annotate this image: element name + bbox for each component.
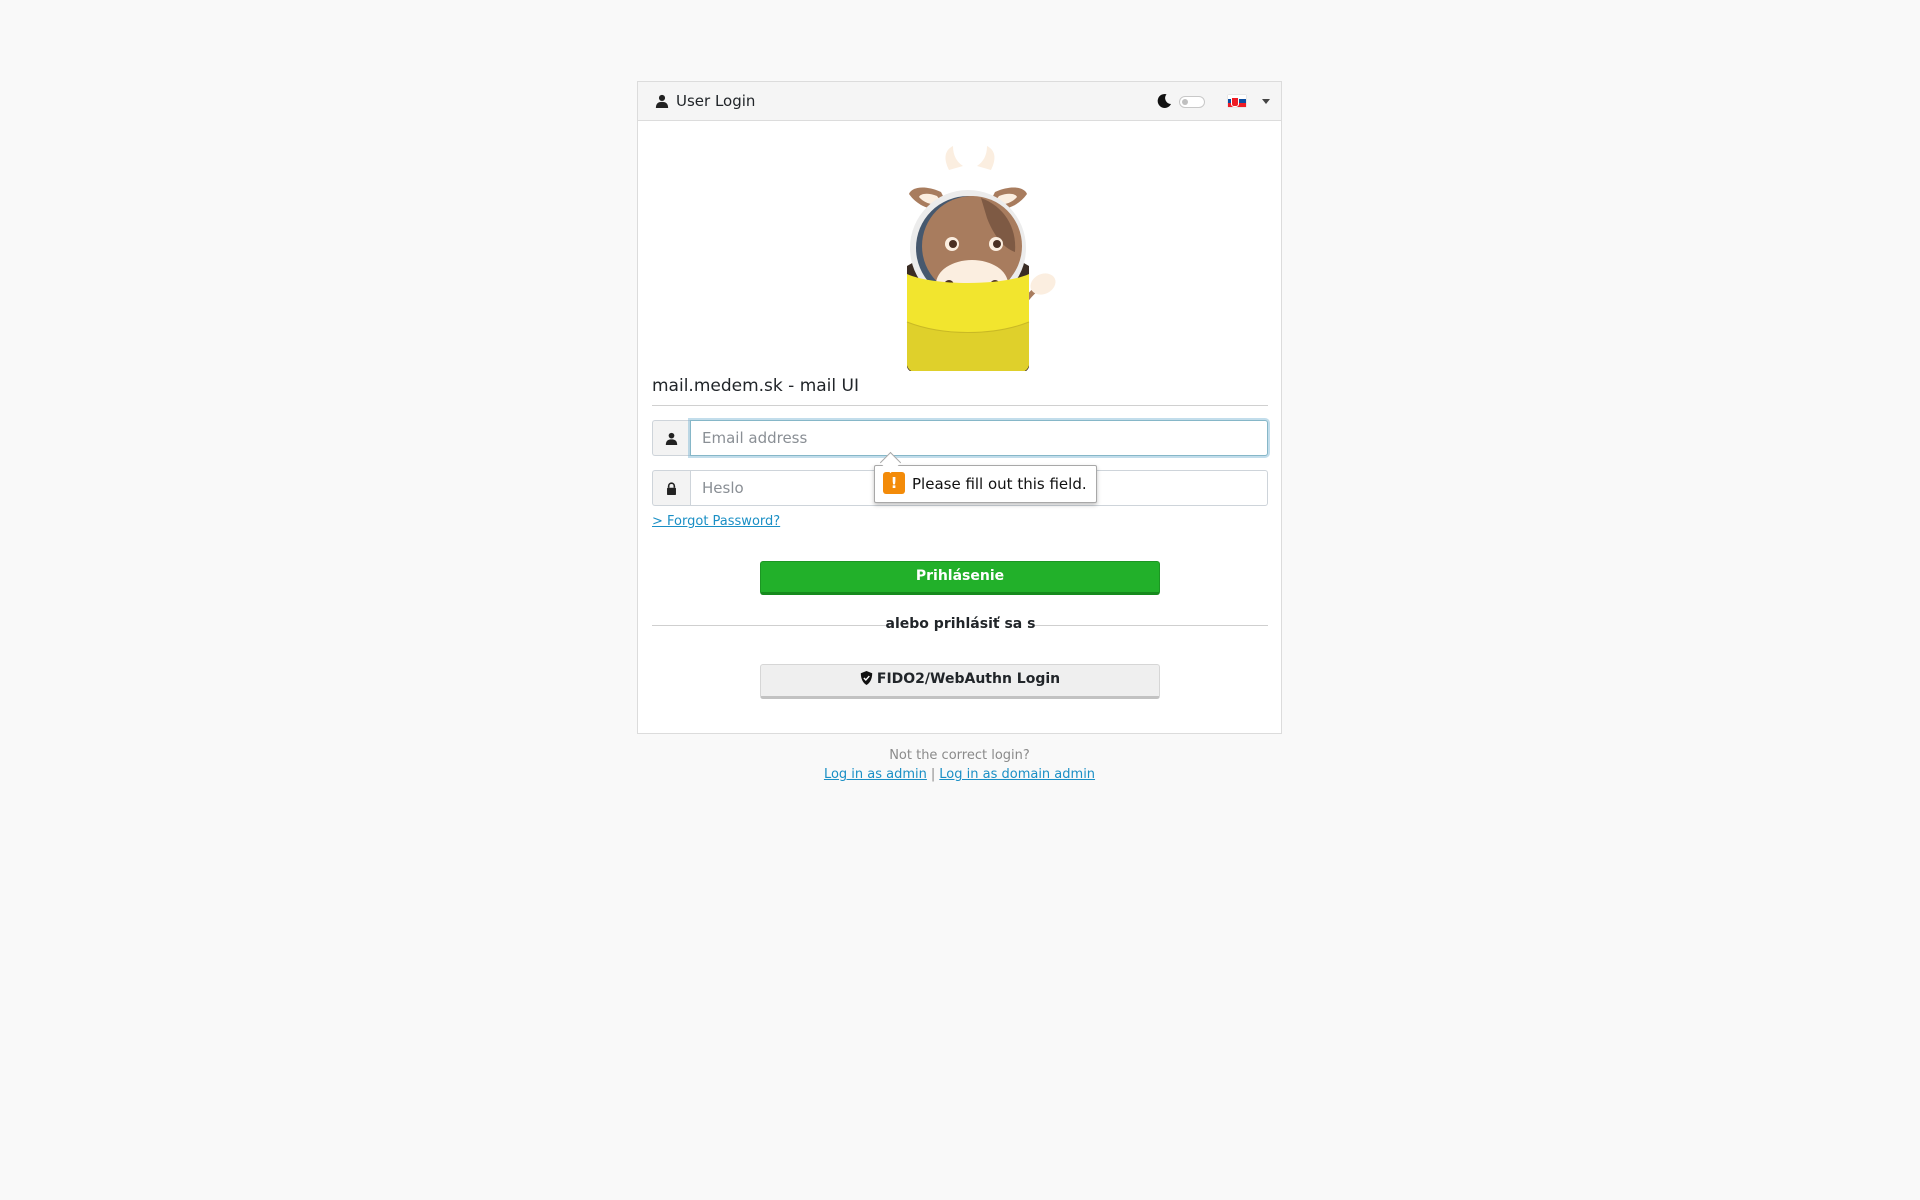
footer-note: Not the correct login? (889, 748, 1030, 763)
email-input[interactable] (690, 420, 1268, 456)
or-login-with-label: alebo prihlásiť sa s (885, 616, 1036, 632)
email-row (652, 420, 1268, 456)
login-panel: User Login mail.medem.sk - mail UI Email… (637, 81, 1282, 734)
title-divider (652, 405, 1268, 406)
mailcow-logo (906, 146, 1056, 371)
fido-button-label: FIDO2/WebAuthn Login (876, 671, 1061, 687)
domain-admin-login-link[interactable]: Log in as domain admin (939, 767, 1095, 782)
shield-icon (860, 671, 873, 685)
toggle-knob (1182, 99, 1188, 105)
footer-separator: | (930, 767, 936, 782)
footer-links: Log in as admin | Log in as domain admin (637, 767, 1282, 782)
chevron-down-icon (1262, 99, 1270, 104)
language-dropdown[interactable] (1228, 95, 1270, 109)
footer: Not the correct login? Log in as admin | L… (637, 748, 1282, 782)
panel-title: User Login (676, 92, 756, 110)
email-addon (652, 420, 690, 456)
user-icon (655, 94, 669, 108)
login-button[interactable]: Prihlásenie (760, 561, 1160, 595)
slovakia-flag-icon (1228, 95, 1246, 107)
user-icon (665, 432, 678, 445)
moon-icon[interactable] (1156, 93, 1172, 109)
admin-login-link[interactable]: Log in as admin (824, 767, 927, 782)
forgot-password-link[interactable]: > Forgot Password? (652, 514, 780, 529)
warning-icon: ! (883, 472, 905, 494)
validation-message: Please fill out this field. (912, 475, 1087, 493)
validation-tooltip: ! Please fill out this field. (874, 465, 1097, 503)
site-title: mail.medem.sk - mail UI (652, 376, 859, 396)
password-addon (652, 470, 690, 506)
lock-icon (667, 482, 676, 495)
fido-login-button[interactable]: FIDO2/WebAuthn Login (760, 664, 1160, 699)
dark-mode-toggle[interactable] (1179, 96, 1205, 108)
panel-header: User Login (638, 82, 1281, 121)
